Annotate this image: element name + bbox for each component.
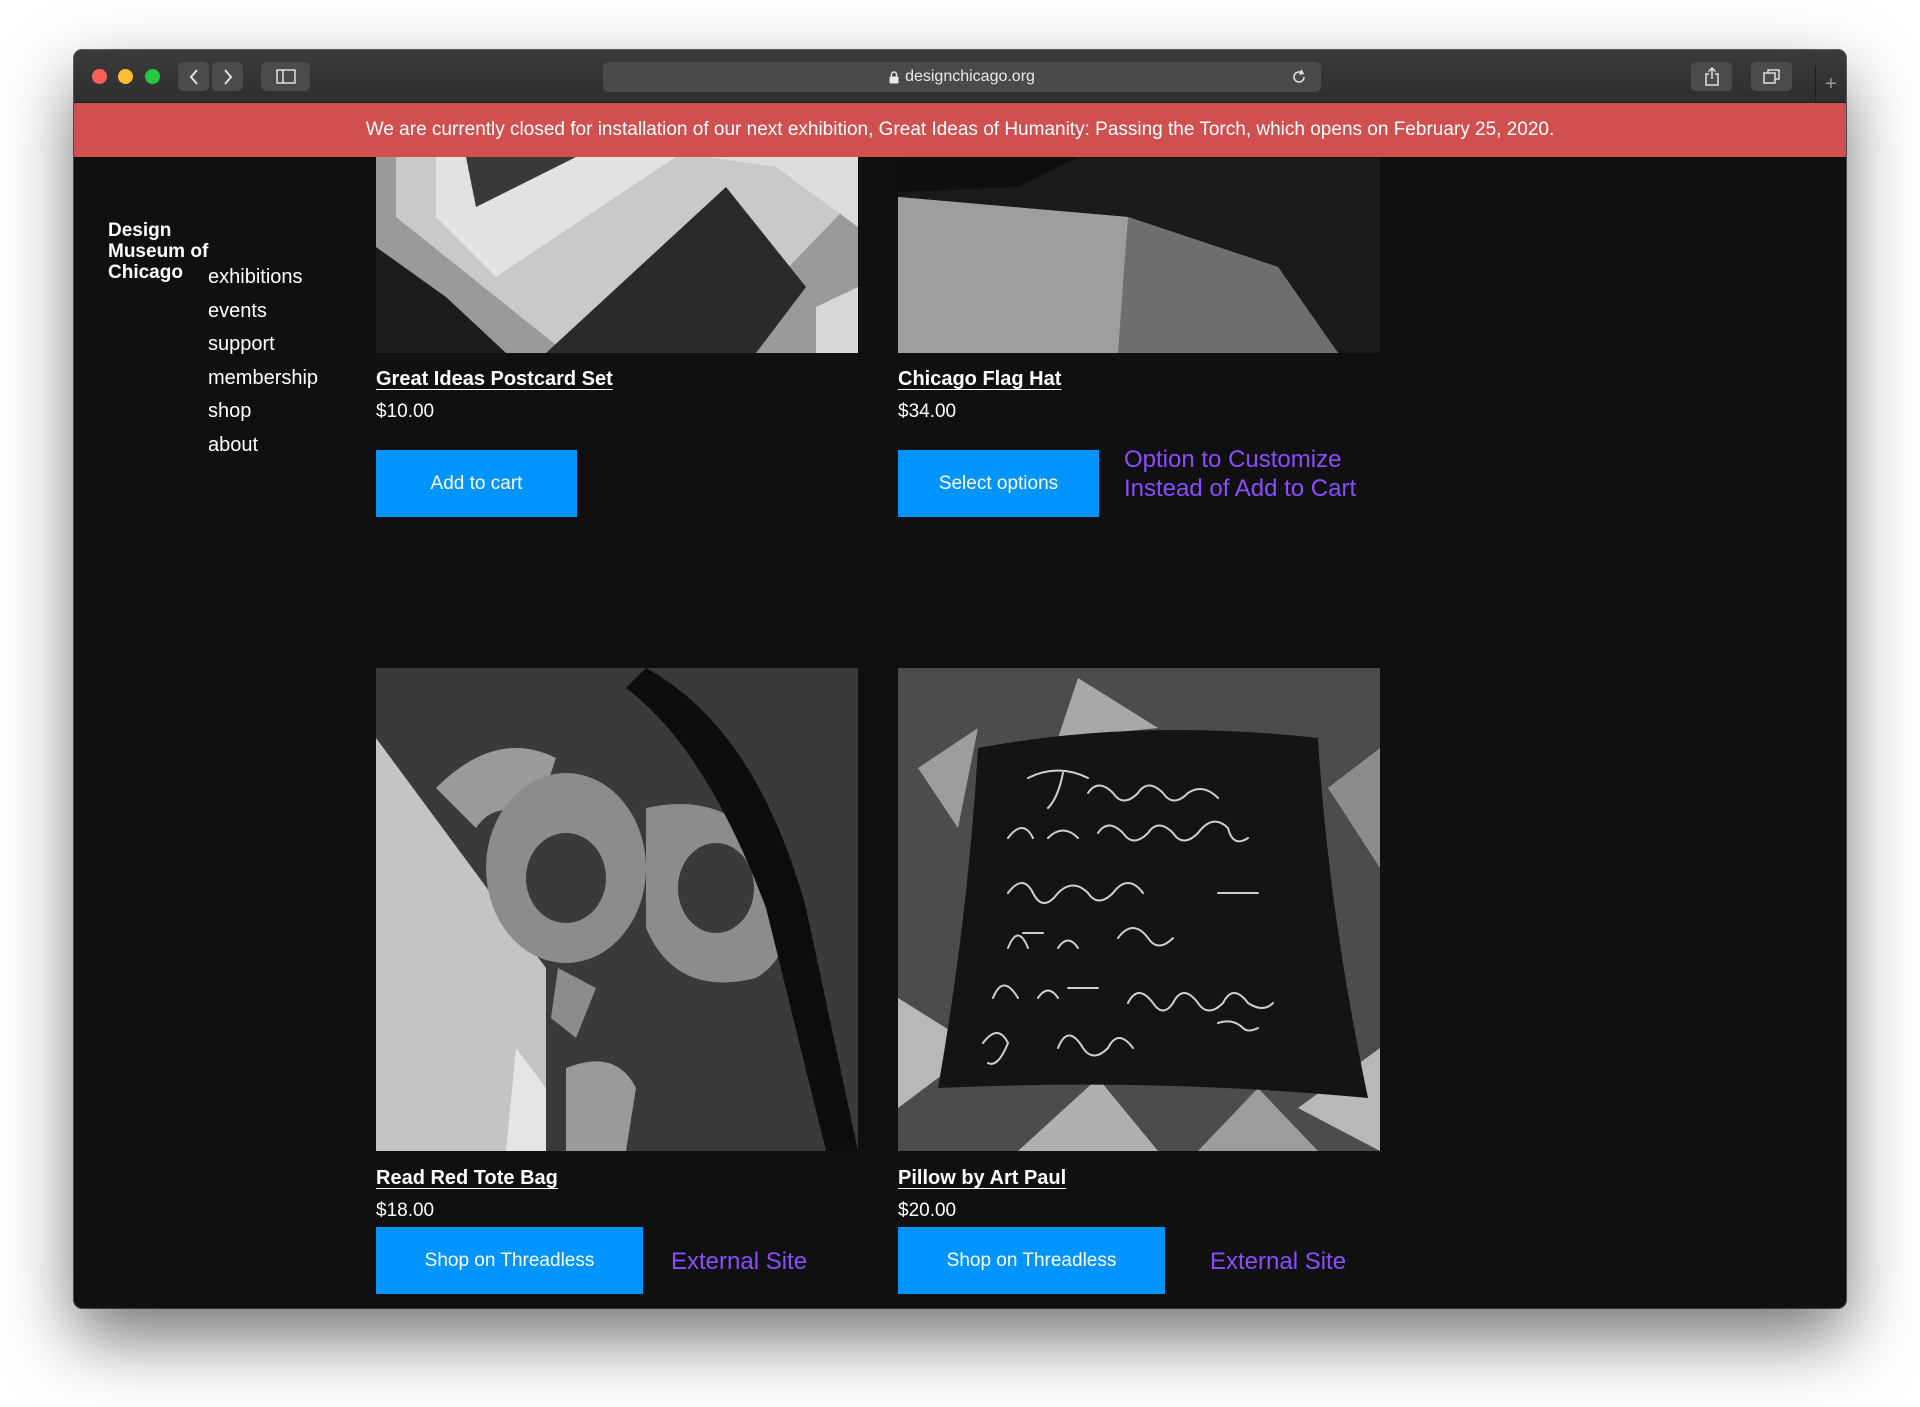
forward-button[interactable] [212,62,243,91]
nav-shop[interactable]: shop [208,395,318,429]
shop-on-threadless-button[interactable]: Shop on Threadless [898,1227,1165,1294]
product-title[interactable]: Read Red Tote Bag [376,1167,558,1190]
nav-membership[interactable]: membership [208,362,318,396]
product-photo-tote-bag[interactable] [376,668,858,1151]
product-photo-pillow[interactable] [898,668,1380,1151]
nav-exhibitions[interactable]: exhibitions [208,261,318,295]
product-price: $20.00 [898,1200,957,1221]
product-card: Pillow by Art Paul $20.00 Shop on Thread… [898,50,1380,1308]
back-button[interactable] [178,62,209,91]
minimize-window-button[interactable] [118,69,133,84]
shop-on-threadless-button[interactable]: Shop on Threadless [376,1227,643,1294]
product-title[interactable]: Pillow by Art Paul [898,1167,1066,1190]
chevron-right-icon [223,68,232,85]
external-site-annotation: External Site [671,1248,808,1275]
share-button[interactable] [1691,62,1732,91]
product-card: Read Red Tote Bag $18.00 Shop on Threadl… [376,50,858,1308]
share-icon [1704,67,1719,86]
chevron-left-icon [189,68,198,85]
sidebar-toggle-button[interactable] [261,62,310,91]
logo-line: Design [108,220,172,241]
nav-about[interactable]: about [208,429,318,463]
nav-events[interactable]: events [208,295,318,329]
external-site-annotation: External Site [1210,1248,1347,1275]
zoom-window-button[interactable] [145,69,160,84]
close-window-button[interactable] [92,69,107,84]
main-nav: exhibitions events support membership sh… [208,261,318,462]
tabs-icon [1763,69,1780,84]
browser-window: designchicago.org + We are currently clo… [74,50,1846,1308]
nav-support[interactable]: support [208,328,318,362]
product-price: $18.00 [376,1200,435,1221]
new-tab-button[interactable]: + [1815,66,1846,102]
sidebar-icon [275,69,296,84]
logo-line: Museum of [108,241,209,262]
tabs-overview-button[interactable] [1751,62,1792,91]
